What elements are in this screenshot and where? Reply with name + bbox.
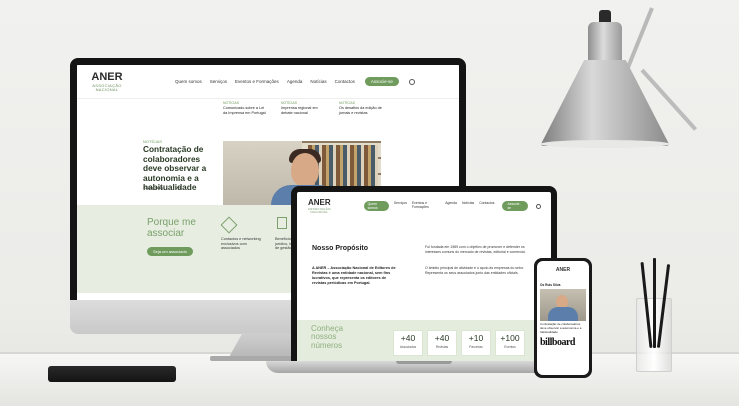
purpose-paragraph-2: O âmbito principal de atividade é o apoi… (425, 266, 524, 275)
nav-item-events[interactable]: Eventos e Formações (412, 201, 440, 211)
laptop-screen-frame: ANER ASSOCIAÇÃO NACIONAL Quem somos Serv… (291, 186, 557, 368)
brand-subtitle: ASSOCIAÇÃO NACIONAL (92, 82, 122, 92)
stat-card: +40 Revistas (427, 330, 457, 356)
lamp-neck (588, 22, 622, 64)
phone-caption: Contratação de colaboradores deve observ… (540, 322, 582, 334)
nav-item-about[interactable]: Quem somos (175, 79, 202, 84)
stat-label: Eventos (504, 345, 516, 349)
lamp-rim (540, 140, 670, 148)
phone-website: ANER Os Ruis Silva Contratação de colabo… (537, 261, 589, 375)
news-item[interactable]: NOTÍCIAS Os desafios da edição de jornai… (339, 101, 383, 116)
nav-item-news[interactable]: Notícias (462, 201, 474, 211)
lamp-shade (540, 60, 670, 146)
nav-item-agenda[interactable]: Agenda (445, 201, 457, 211)
nav-item-agenda[interactable]: Agenda (287, 79, 303, 84)
news-text: Imprensa regional em debate nacional (281, 106, 318, 115)
news-tag: NOTÍCIAS (223, 101, 240, 105)
news-tag: NOTÍCIAS (281, 101, 298, 105)
stat-label: Parcerias (469, 345, 483, 349)
brand-logo[interactable]: ANER ASSOCIAÇÃO NACIONAL (89, 70, 125, 92)
nav-item-contacts[interactable]: Contactos (335, 79, 355, 84)
feature-networking: Contactos e networking exclusivos com as… (221, 237, 261, 251)
nav-item-news[interactable]: Notícias (310, 79, 326, 84)
brand-name: ANER (307, 197, 331, 207)
nav-item-events[interactable]: Eventos e Formações (235, 79, 279, 84)
stat-value: +40 (434, 333, 450, 343)
brand-subtitle: ASSOCIAÇÃO NACIONAL (307, 206, 331, 214)
news-text: Comunicado sobre a Lei da Imprensa em Po… (223, 106, 266, 115)
nav-item-contacts[interactable]: Contactos (479, 201, 494, 211)
news-text: Os desafios da edição de jornais e revis… (339, 106, 382, 115)
phone-heading: Os Ruis Silva (540, 283, 561, 287)
laptop-website: ANER ASSOCIAÇÃO NACIONAL Quem somos Serv… (297, 192, 551, 368)
stat-value: +10 (468, 333, 484, 343)
magazine-cover: billboard (538, 337, 588, 361)
notebook-object (48, 366, 176, 382)
news-item[interactable]: NOTÍCIAS Imprensa regional em debate nac… (281, 101, 325, 116)
laptop-nav: ANER ASSOCIAÇÃO NACIONAL Quem somos Serv… (297, 192, 551, 220)
laptop-notch (396, 361, 452, 364)
imac-nav-items: Quem somos Serviços Eventos e Formações … (175, 79, 355, 84)
stat-label: Associados (399, 345, 417, 349)
phone-photo (540, 289, 586, 321)
stats-title: Conheça nossos números (311, 324, 344, 350)
purpose-paragraph-1: Foi fundada em 1989 com o objetivo de pr… (425, 245, 526, 254)
associate-title: Porque me associar (147, 217, 196, 239)
brand-logo[interactable]: ANER (553, 267, 573, 273)
brand-name: ANER (91, 70, 123, 83)
search-icon[interactable] (408, 78, 415, 85)
imac-nav: ANER ASSOCIAÇÃO NACIONAL Quem somos Serv… (77, 65, 459, 99)
brand-logo[interactable]: ANER ASSOCIAÇÃO NACIONAL (307, 197, 332, 214)
person-body (548, 307, 578, 321)
stat-card: +10 Parcerias (461, 330, 491, 356)
hero-read-more-link[interactable]: Saber mais (143, 185, 163, 190)
purpose-title: Nosso Propósito (312, 245, 369, 252)
hero-view-link[interactable]: Ver (175, 185, 181, 190)
associate-cta-button[interactable]: Associe-se (502, 201, 529, 211)
laptop-nav-items: Quem somos Serviços Eventos e Formações … (363, 201, 494, 211)
stat-label: Revistas (435, 345, 449, 349)
search-icon[interactable] (536, 203, 542, 209)
nav-item-about[interactable]: Quem somos (363, 201, 389, 211)
associate-cta-button[interactable]: Associe-se (364, 77, 399, 86)
pencil (653, 258, 656, 348)
news-tag: NOTÍCIAS (339, 101, 356, 105)
stat-value: +100 (500, 333, 520, 343)
nav-item-services[interactable]: Serviços (210, 79, 227, 84)
hero-links: Saber mais Ver (143, 185, 181, 190)
stat-value: +40 (400, 333, 416, 343)
nav-item-services[interactable]: Serviços (394, 201, 407, 211)
news-item[interactable]: NOTÍCIAS Comunicado sobre a Lei da Impre… (223, 101, 267, 116)
document-icon (277, 217, 287, 229)
person-face (291, 153, 319, 187)
purpose-description: A ANER – Associação Nacional de Editores… (312, 266, 396, 285)
associate-button[interactable]: Seja um associado (147, 247, 193, 256)
smartphone: ANER Os Ruis Silva Contratação de colabo… (534, 258, 592, 378)
stat-card: +100 Eventos (495, 330, 525, 356)
stat-card: +40 Associados (393, 330, 423, 356)
news-strip: NOTÍCIAS Comunicado sobre a Lei da Impre… (223, 101, 383, 116)
